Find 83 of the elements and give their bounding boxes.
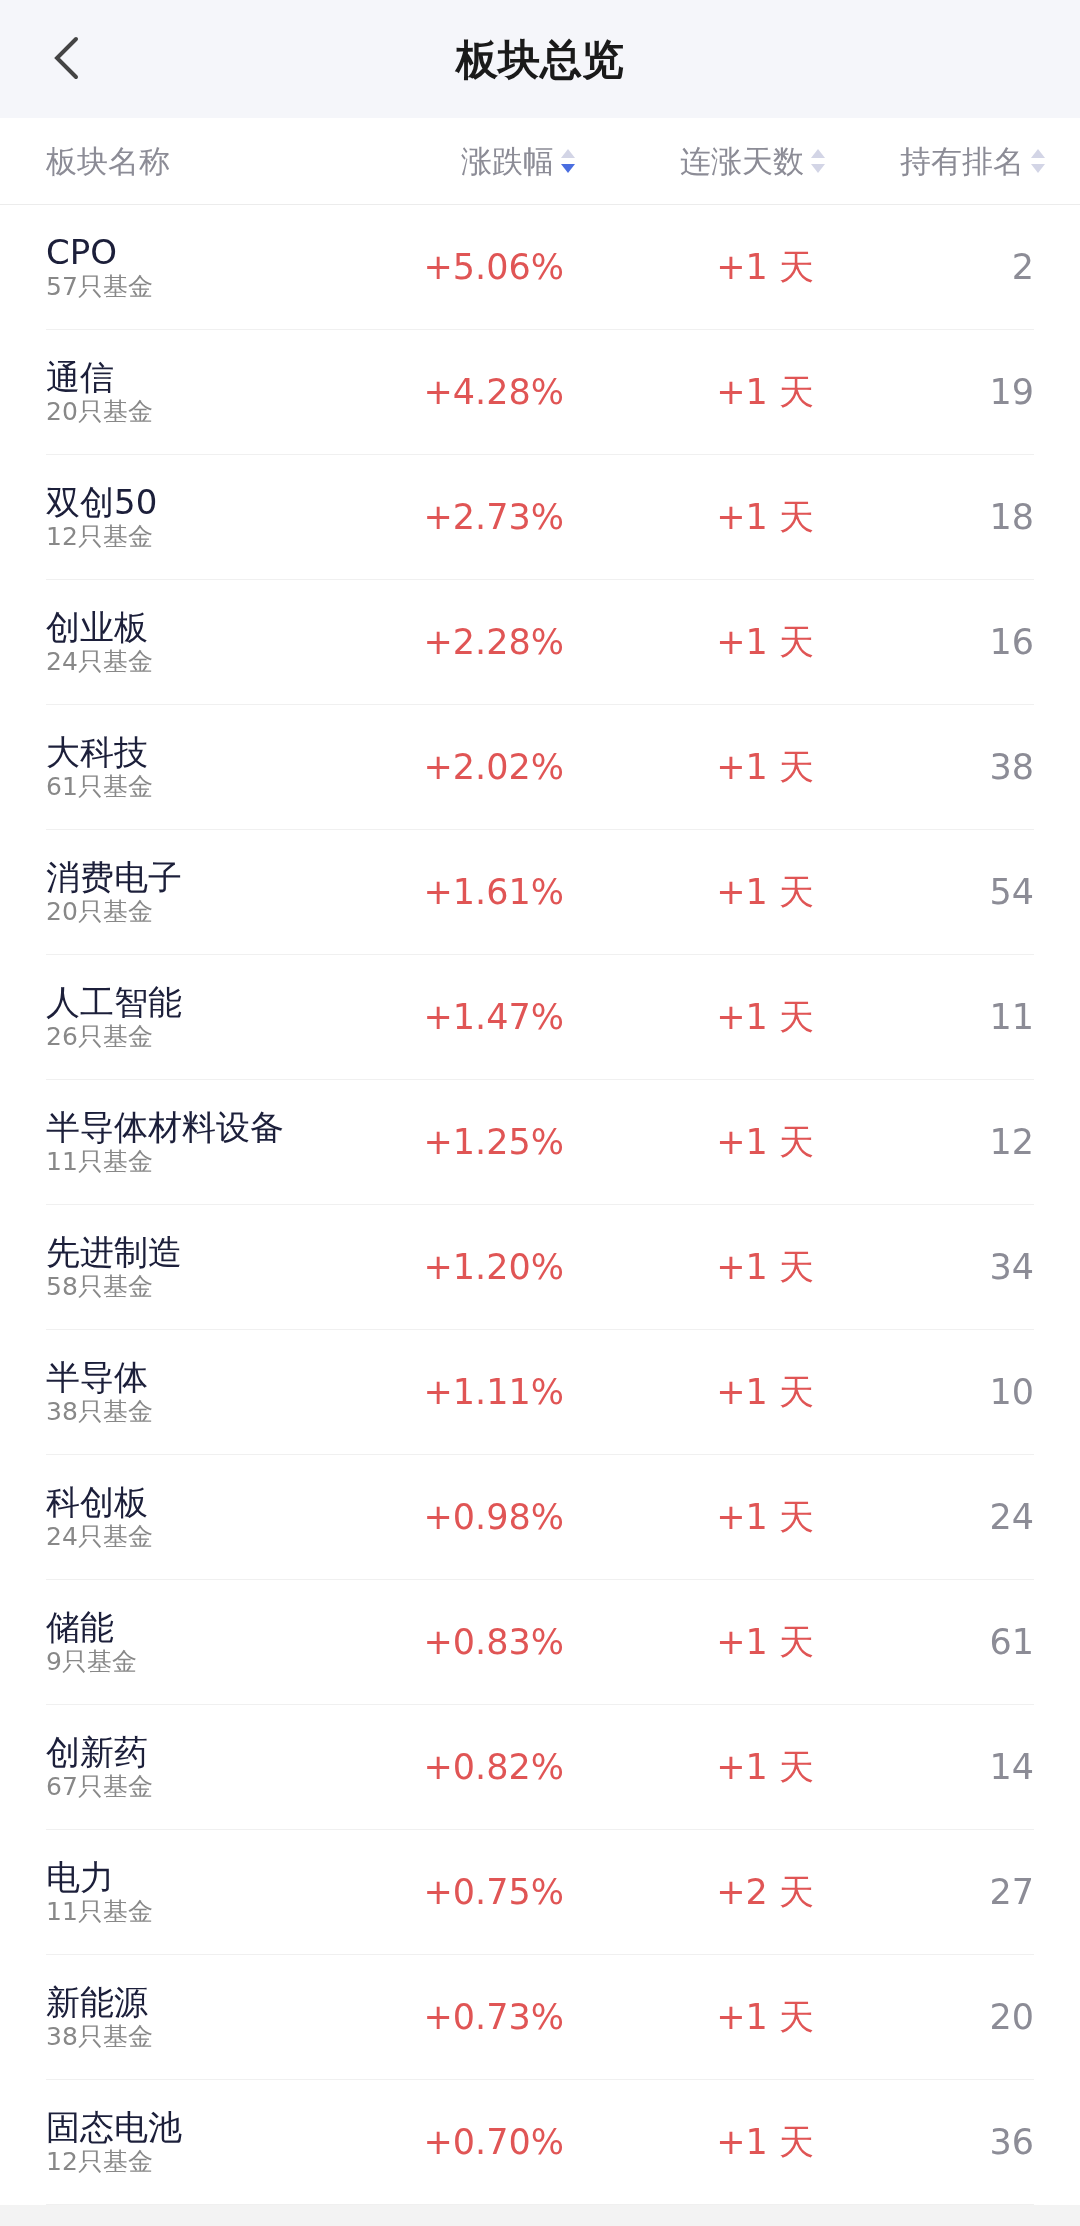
rising-days: +1 天 (716, 2121, 814, 2162)
fund-count: 11只基金 (46, 1147, 154, 1178)
change-percent: +2.73% (423, 496, 564, 537)
sector-name[interactable]: 固态电池 (46, 2106, 344, 2148)
holding-rank: 24 (989, 1496, 1034, 1537)
change-percent: +0.83% (423, 1621, 564, 1662)
change-percent: +0.70% (423, 2121, 564, 2162)
sector-name[interactable]: 创新药 (46, 1731, 344, 1773)
sector-name[interactable]: 电力 (46, 1856, 344, 1898)
holding-rank: 12 (989, 1121, 1034, 1162)
fund-count: 12只基金 (46, 2147, 154, 2178)
change-percent: +2.02% (423, 746, 564, 787)
fund-count: 24只基金 (46, 647, 154, 678)
rising-days: +1 天 (716, 1621, 814, 1662)
sector-name[interactable]: 消费电子 (46, 856, 344, 898)
fund-count: 9只基金 (46, 1647, 138, 1678)
change-percent: +1.47% (423, 996, 564, 1037)
sector-name[interactable]: 双创50 (46, 481, 344, 523)
change-percent: +0.75% (423, 1871, 564, 1912)
change-percent: +2.28% (423, 621, 564, 662)
rising-days: +1 天 (716, 1496, 814, 1537)
holding-rank: 10 (989, 1371, 1034, 1412)
rising-days: +1 天 (716, 1996, 814, 2037)
holding-rank: 20 (989, 1996, 1034, 2037)
sector-name[interactable]: 通信 (46, 356, 344, 398)
holding-rank: 11 (989, 996, 1034, 1037)
rising-days: +1 天 (716, 1371, 814, 1412)
fund-count: 26只基金 (46, 1022, 154, 1053)
sector-name[interactable]: CPO (46, 231, 344, 273)
rising-days: +1 天 (716, 1121, 814, 1162)
sector-name[interactable]: 科创板 (46, 1481, 344, 1523)
change-percent: +4.28% (423, 371, 564, 412)
fund-count: 20只基金 (46, 897, 154, 928)
holding-rank: 34 (989, 1246, 1034, 1287)
holding-rank: 27 (989, 1871, 1034, 1912)
holding-rank: 16 (989, 621, 1034, 662)
rising-days: +1 天 (716, 746, 814, 787)
holding-rank: 18 (989, 496, 1034, 537)
holding-rank: 36 (989, 2121, 1034, 2162)
change-percent: +1.11% (423, 1371, 564, 1412)
sector-name[interactable]: 半导体材料设备 (46, 1106, 344, 1148)
holding-rank: 14 (989, 1746, 1034, 1787)
change-percent: +1.25% (423, 1121, 564, 1162)
sector-name[interactable]: 先进制造 (46, 1231, 344, 1273)
fund-count: 61只基金 (46, 772, 154, 803)
change-percent: +0.82% (423, 1746, 564, 1787)
rising-days: +2 天 (716, 1871, 814, 1912)
rising-days: +1 天 (716, 496, 814, 537)
holding-rank: 54 (989, 871, 1034, 912)
rising-days: +1 天 (716, 371, 814, 412)
change-percent: +1.61% (423, 871, 564, 912)
fund-count: 12只基金 (46, 522, 154, 553)
change-percent: +5.06% (423, 246, 564, 287)
rising-days: +1 天 (716, 1746, 814, 1787)
fund-count: 24只基金 (46, 1522, 154, 1553)
fund-count: 38只基金 (46, 2022, 154, 2053)
change-percent: +1.20% (423, 1246, 564, 1287)
holding-rank: 38 (989, 746, 1034, 787)
fund-count: 58只基金 (46, 1272, 154, 1303)
holding-rank: 19 (989, 371, 1034, 412)
page-title: 板块总览 (456, 33, 624, 86)
rising-days: +1 天 (716, 1246, 814, 1287)
sector-name[interactable]: 半导体 (46, 1356, 344, 1398)
sector-name[interactable]: 大科技 (46, 731, 344, 773)
rising-days: +1 天 (716, 996, 814, 1037)
rising-days: +1 天 (716, 246, 814, 287)
fund-count: 67只基金 (46, 1772, 154, 1803)
fund-count: 20只基金 (46, 397, 154, 428)
holding-rank: 61 (989, 1621, 1034, 1662)
change-percent: +0.73% (423, 1996, 564, 2037)
sector-name[interactable]: 人工智能 (46, 981, 344, 1023)
rising-days: +1 天 (716, 871, 814, 912)
change-percent: +0.98% (423, 1496, 564, 1537)
sector-name[interactable]: 新能源 (46, 1981, 344, 2023)
sector-name[interactable]: 创业板 (46, 606, 344, 648)
back-button[interactable] (52, 36, 80, 80)
rising-days: +1 天 (716, 621, 814, 662)
column-header: 板块名称 (46, 142, 170, 179)
fund-count: 57只基金 (46, 272, 154, 303)
holding-rank: 2 (1011, 246, 1034, 287)
sector-name[interactable]: 储能 (46, 1606, 344, 1648)
fund-count: 11只基金 (46, 1897, 154, 1928)
fund-count: 38只基金 (46, 1397, 154, 1428)
